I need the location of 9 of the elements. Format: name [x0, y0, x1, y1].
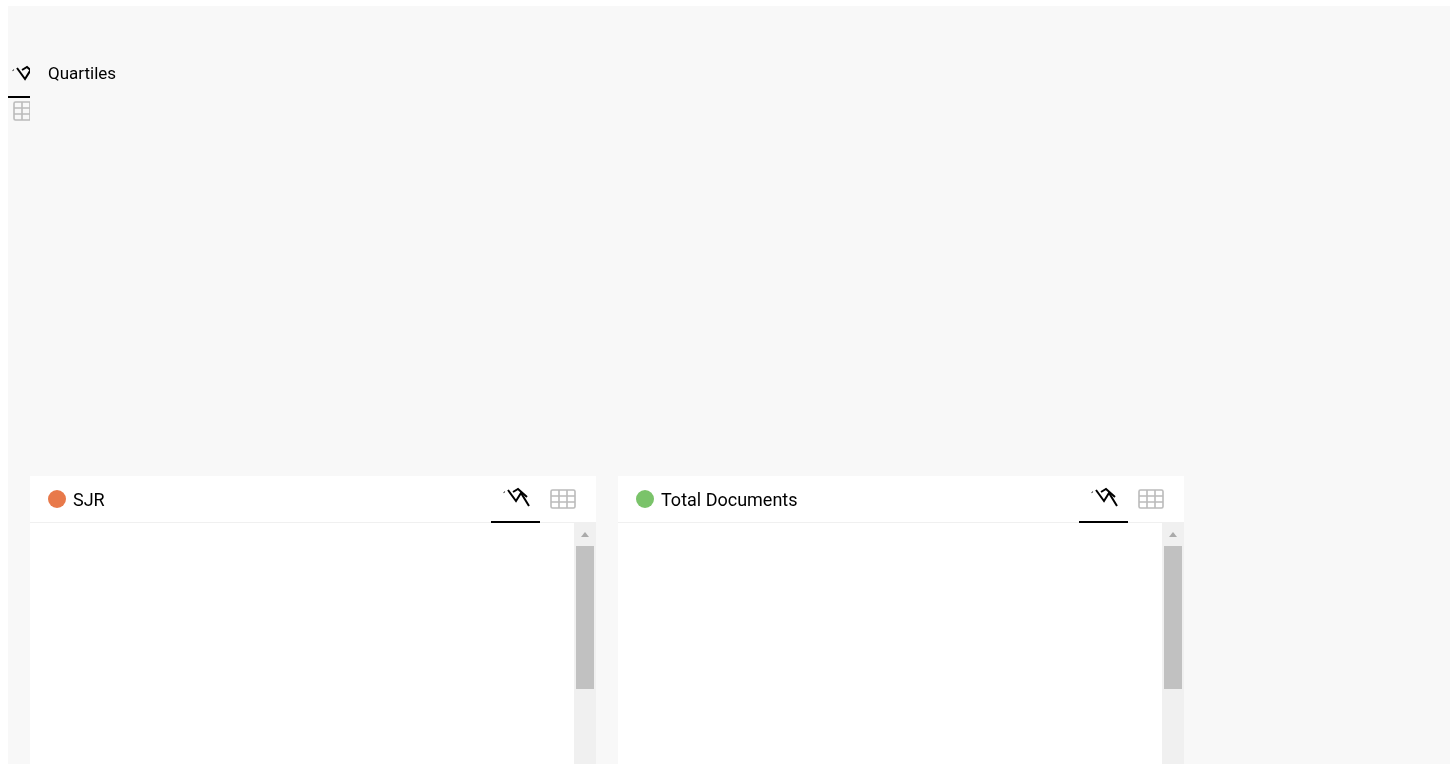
panel-title: SJR	[73, 487, 105, 512]
scroll-up-icon[interactable]	[580, 531, 590, 537]
table-icon	[1137, 488, 1165, 510]
scrollbar[interactable]	[1162, 523, 1184, 764]
scrollbar[interactable]	[574, 523, 596, 764]
table-icon	[549, 488, 577, 510]
panel-title: Total Documents	[661, 487, 798, 512]
section-title: Quartiles	[48, 62, 117, 85]
scroll-up-icon[interactable]	[1168, 531, 1178, 537]
